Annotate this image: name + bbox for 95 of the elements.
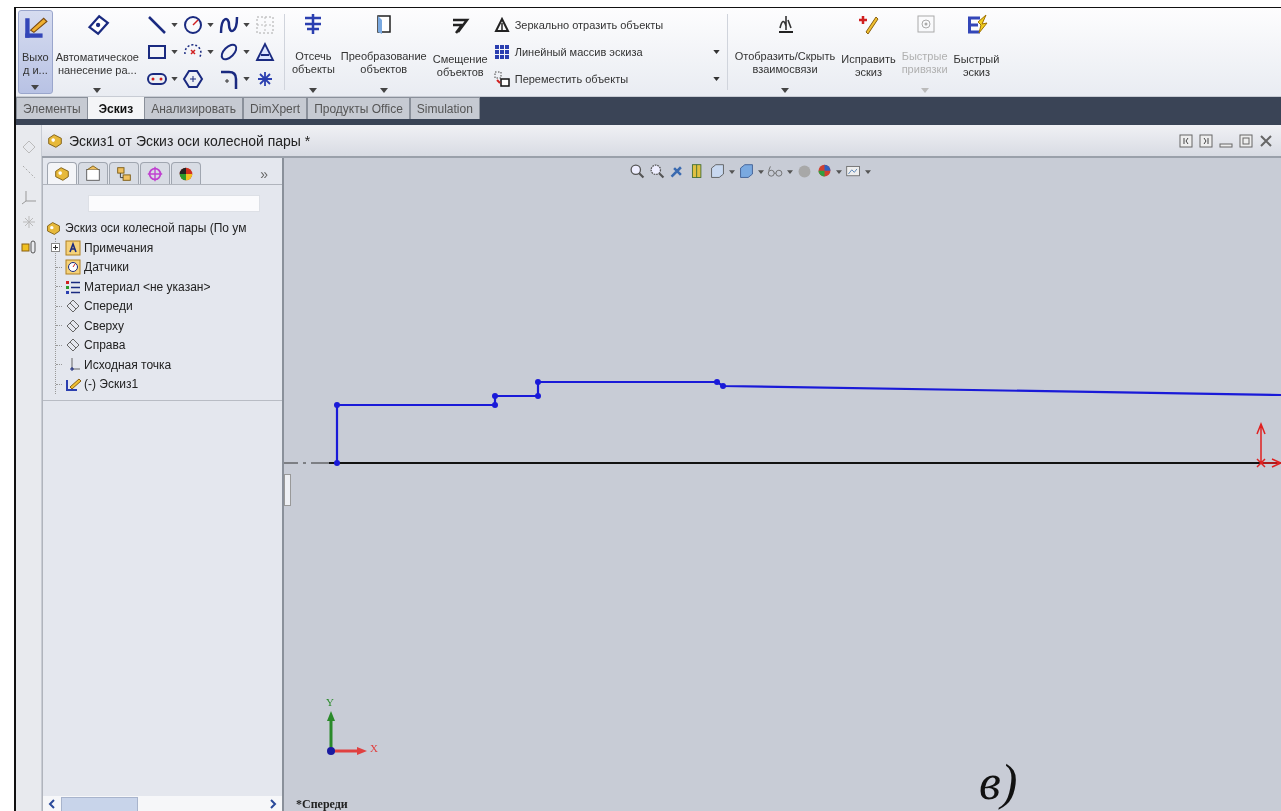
properties-tab-icon [84, 164, 102, 183]
ribbon-button[interactable]: Зеркально отразить объекты [490, 15, 723, 36]
mirror-icon [493, 17, 510, 34]
ribbon-button[interactable]: Преобразование объектов [337, 8, 430, 96]
sensor-folder-icon [65, 259, 81, 276]
splitter-handle[interactable] [284, 474, 291, 506]
caret-icon[interactable] [787, 169, 793, 174]
ribbon-button[interactable]: Автоматическое нанесение ра... [52, 8, 142, 96]
tree-item[interactable]: Эскиз оси колесной пары (По ум [65, 221, 247, 235]
caret-icon [920, 88, 929, 93]
scroll-right-icon[interactable] [268, 799, 278, 809]
caret-icon[interactable] [170, 50, 178, 54]
window-title: Эскиз1 от Эскиз оси колесной пары * [69, 132, 312, 149]
axis-label: Y [326, 696, 334, 708]
more-tabs-link[interactable]: » [260, 165, 268, 182]
tree-item[interactable]: Сверху [84, 318, 125, 333]
tree-item[interactable]: Спереди [84, 299, 133, 314]
maximize-icon[interactable] [1239, 133, 1253, 148]
expand-icon[interactable] [51, 243, 60, 253]
tree-item[interactable]: Исходная точка [84, 357, 172, 372]
caret-icon[interactable] [170, 77, 178, 81]
caret-icon[interactable] [865, 169, 871, 174]
caret-icon[interactable] [206, 23, 214, 27]
figure-label: в) [979, 753, 1018, 811]
material-list-icon [65, 278, 81, 295]
plane-icon [65, 337, 81, 354]
caret-icon[interactable] [170, 23, 178, 27]
ribbon-tab[interactable]: Анализировать [144, 97, 244, 119]
caret-icon[interactable] [206, 50, 214, 54]
plane-icon [65, 317, 81, 334]
plane-icon [65, 298, 81, 315]
tree-item[interactable]: Материал <не указан> [84, 279, 211, 294]
scrollbar-thumb[interactable] [61, 796, 138, 811]
sketch-pencil-icon [65, 376, 81, 393]
part-tree-tab-icon [53, 164, 71, 183]
horizontal-scrollbar[interactable] [43, 796, 282, 811]
display-style-icon[interactable] [738, 163, 755, 180]
caret-icon[interactable] [729, 169, 735, 174]
zoom-area-icon[interactable] [649, 163, 666, 180]
linked-box-icon[interactable] [20, 239, 37, 255]
ribbon-button[interactable]: Выхо д и... [18, 10, 53, 94]
caret-icon[interactable] [758, 169, 764, 174]
part-icon [46, 131, 64, 150]
crosshair-tab-icon [146, 164, 164, 183]
graphics-area[interactable]: Y X *Спереди в) [284, 158, 1281, 811]
caret-icon [309, 88, 318, 93]
part-icon [45, 219, 62, 237]
tree-item[interactable]: Примечания [84, 240, 154, 255]
ribbon-button[interactable]: Переместить объекты [490, 68, 723, 89]
circle-icon[interactable] [181, 14, 204, 36]
caret-icon [712, 76, 720, 81]
zoom-fit-icon[interactable] [629, 163, 646, 180]
ribbon-tab[interactable]: DimXpert [243, 97, 308, 119]
filter-field[interactable] [88, 195, 260, 212]
caret-icon [379, 88, 388, 93]
caret-icon[interactable] [242, 23, 250, 27]
caret-icon[interactable] [836, 169, 842, 174]
exit-sketch-icon [22, 15, 49, 41]
notes-folder-icon [65, 239, 81, 256]
ribbon-tab[interactable]: Продукты Office [307, 97, 410, 119]
ribbon-button[interactable]: Линейный массив эскиза [490, 42, 723, 62]
grid-pattern-icon [493, 44, 510, 60]
tree-item[interactable]: Справа [84, 338, 126, 353]
caret-icon[interactable] [242, 77, 250, 81]
view-orientation-icon[interactable] [709, 163, 726, 180]
glasses-icon[interactable] [767, 163, 784, 180]
ribbon-button[interactable]: Исправить эскиз [838, 8, 899, 96]
axis-label: X [370, 742, 378, 754]
ribbon-tab[interactable]: Simulation [409, 97, 480, 119]
tile-left-icon[interactable] [1179, 133, 1193, 148]
ribbon-button[interactable]: Отобразить/Скрыть взаимосвязи [731, 8, 839, 96]
text-icon[interactable] [253, 41, 276, 63]
configuration-tab-icon [115, 164, 133, 183]
caret-icon [93, 88, 102, 93]
tile-right-icon[interactable] [1199, 133, 1213, 148]
caret-icon [31, 85, 40, 90]
ribbon-tab[interactable]: Эскиз [87, 97, 145, 119]
ribbon-tab[interactable]: Элементы [16, 97, 88, 119]
spline-icon[interactable] [217, 14, 240, 36]
caret-icon [712, 50, 720, 54]
ribbon-button[interactable]: Смещение объектов [429, 8, 491, 96]
line-icon[interactable] [145, 14, 168, 36]
color-ball-icon[interactable] [816, 163, 833, 180]
ribbon-button[interactable]: Быстрый эскиз [950, 8, 1003, 96]
ribbon-button[interactable]: Отсечь объекты [288, 8, 338, 96]
caret-icon [781, 88, 789, 93]
tree-item[interactable]: Датчики [84, 260, 129, 275]
tree-item[interactable]: (-) Эскиз1 [84, 377, 139, 392]
caret-icon[interactable] [242, 50, 250, 54]
panel-tab[interactable] [171, 162, 201, 184]
view-name: *Спереди [296, 797, 348, 811]
scroll-left-icon[interactable] [47, 799, 57, 809]
move-icon [493, 70, 510, 87]
close-icon[interactable] [1259, 133, 1273, 148]
polygon-icon[interactable] [181, 68, 204, 90]
